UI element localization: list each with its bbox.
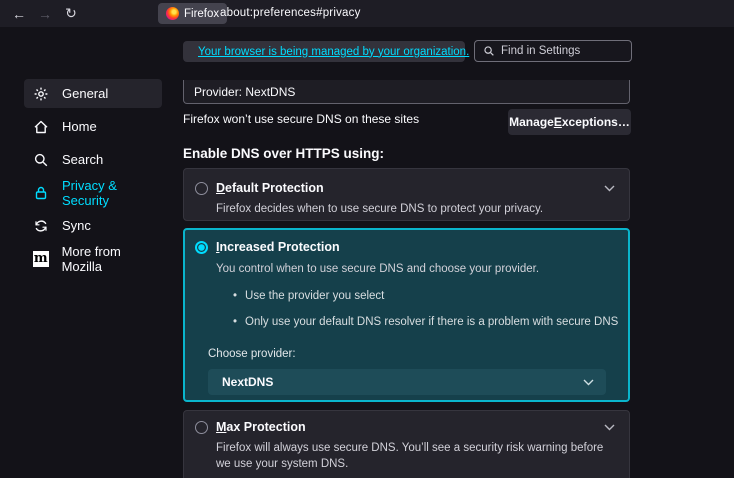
option-default-protection[interactable]: Default Protection Firefox decides when …: [183, 168, 630, 221]
home-icon: [33, 119, 49, 135]
sync-icon: [33, 218, 49, 234]
increased-protection-radio[interactable]: [195, 241, 208, 254]
max-protection-label: Max Protection: [216, 420, 306, 434]
gear-icon: [33, 86, 49, 102]
sidebar-item-label: General: [62, 86, 108, 101]
mozilla-icon: m: [33, 251, 49, 267]
button-label-part: Manage: [509, 115, 554, 129]
current-provider-row: Provider: NextDNS: [183, 80, 630, 104]
chevron-down-icon[interactable]: [604, 424, 615, 431]
tab-firefox[interactable]: Firefox: [158, 3, 227, 24]
chevron-down-icon: [583, 379, 594, 386]
sidebar-item-search[interactable]: Search: [24, 145, 162, 174]
tab-label: Firefox: [184, 8, 219, 20]
sidebar-item-home[interactable]: Home: [24, 112, 162, 141]
increased-protection-label: Increased Protection: [216, 240, 340, 254]
bullet-dot: •: [233, 290, 237, 302]
back-icon[interactable]: ←: [6, 3, 32, 25]
sidebar-item-more-from-mozilla[interactable]: m More from Mozilla: [24, 244, 162, 273]
option-max-protection[interactable]: Max Protection Firefox will always use s…: [183, 410, 630, 478]
increased-bullet-1: • Use the provider you select: [233, 290, 384, 302]
button-label-part: xceptions…: [562, 115, 630, 129]
choose-provider-label: Choose provider:: [208, 348, 296, 360]
button-label-accesskey: E: [554, 115, 562, 129]
max-protection-description: Firefox will always use secure DNS. You’…: [216, 441, 616, 472]
provider-dropdown-value: NextDNS: [222, 375, 273, 389]
reload-icon[interactable]: ↻: [58, 3, 84, 25]
lock-icon: [33, 185, 49, 201]
search-placeholder: Find in Settings: [501, 45, 580, 57]
chevron-down-icon[interactable]: [604, 185, 615, 192]
default-protection-label: Default Protection: [216, 181, 324, 195]
manage-exceptions-button[interactable]: Manage Exceptions…: [508, 109, 631, 135]
managed-by-organization-banner: Your browser is being managed by your or…: [183, 41, 465, 62]
sidebar-item-label: Privacy & Security: [62, 178, 162, 208]
sidebar-item-sync[interactable]: Sync: [24, 211, 162, 240]
sidebar-item-label: Search: [62, 152, 103, 167]
firefox-logo-icon: [166, 7, 179, 20]
provider-row-text: Provider: NextDNS: [194, 85, 295, 99]
sidebar-item-privacy-security[interactable]: Privacy & Security: [24, 178, 162, 207]
provider-dropdown[interactable]: NextDNS: [208, 369, 606, 395]
increased-protection-description: You control when to use secure DNS and c…: [216, 262, 539, 278]
sidebar-item-general[interactable]: General: [24, 79, 162, 108]
default-protection-radio[interactable]: [195, 182, 208, 195]
dns-over-https-heading: Enable DNS over HTTPS using:: [183, 146, 384, 161]
max-protection-radio[interactable]: [195, 421, 208, 434]
option-increased-protection[interactable]: Increased Protection You control when to…: [183, 228, 630, 402]
sidebar-item-label: Home: [62, 119, 97, 134]
managed-by-organization-link[interactable]: Your browser is being managed by your or…: [198, 46, 469, 58]
find-in-settings-input[interactable]: Find in Settings: [474, 40, 632, 62]
sidebar-item-label: More from Mozilla: [62, 244, 162, 274]
exceptions-description: Firefox won’t use secure DNS on these si…: [183, 112, 419, 126]
default-protection-description: Firefox decides when to use secure DNS t…: [216, 202, 543, 218]
firefox-preferences-window: ← → ↻ Firefox about:preferences#privacy …: [0, 0, 734, 478]
browser-toolbar: ← → ↻ Firefox about:preferences#privacy: [0, 0, 734, 27]
search-icon: [33, 152, 49, 168]
increased-bullet-2: • Only use your default DNS resolver if …: [233, 316, 618, 328]
sidebar-item-label: Sync: [62, 218, 91, 233]
url-bar-text[interactable]: about:preferences#privacy: [220, 7, 361, 19]
search-icon: [483, 45, 495, 57]
bullet-dot: •: [233, 316, 237, 328]
forward-icon: →: [32, 3, 58, 25]
